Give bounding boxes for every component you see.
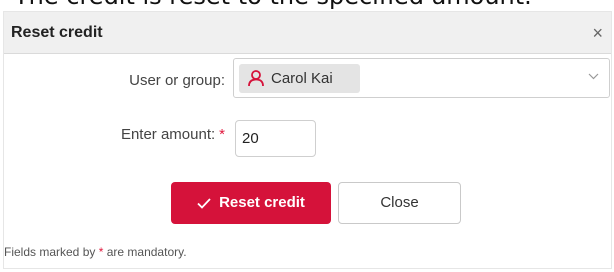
mandatory-suffix: are mandatory. [106,245,187,259]
chevron-down-icon[interactable] [588,73,599,80]
user-icon [248,70,264,87]
close-button[interactable]: Close [338,182,461,224]
reset-credit-label: Reset credit [219,194,305,211]
dialog-header: Reset credit × [4,12,611,54]
amount-input[interactable] [235,120,316,157]
amount-label: Enter amount: * [121,126,225,143]
mandatory-mark: * [98,245,104,259]
required-mark: * [219,126,225,143]
check-icon [197,198,211,209]
user-or-group-label: User or group: [129,72,225,89]
reset-credit-button[interactable]: Reset credit [171,182,331,224]
selected-user-chip[interactable]: Carol Kai [239,64,360,93]
selected-user-name: Carol Kai [271,70,333,87]
close-icon[interactable]: × [592,12,603,54]
mandatory-note: Fields marked by * are mandatory. [4,245,187,259]
dialog-title: Reset credit [11,24,103,41]
page-caption: The credit is reset to the specified amo… [14,0,532,9]
mandatory-prefix: Fields marked by [4,245,96,259]
user-or-group-select[interactable]: Carol Kai [233,58,610,98]
amount-label-text: Enter amount: [120,126,216,143]
